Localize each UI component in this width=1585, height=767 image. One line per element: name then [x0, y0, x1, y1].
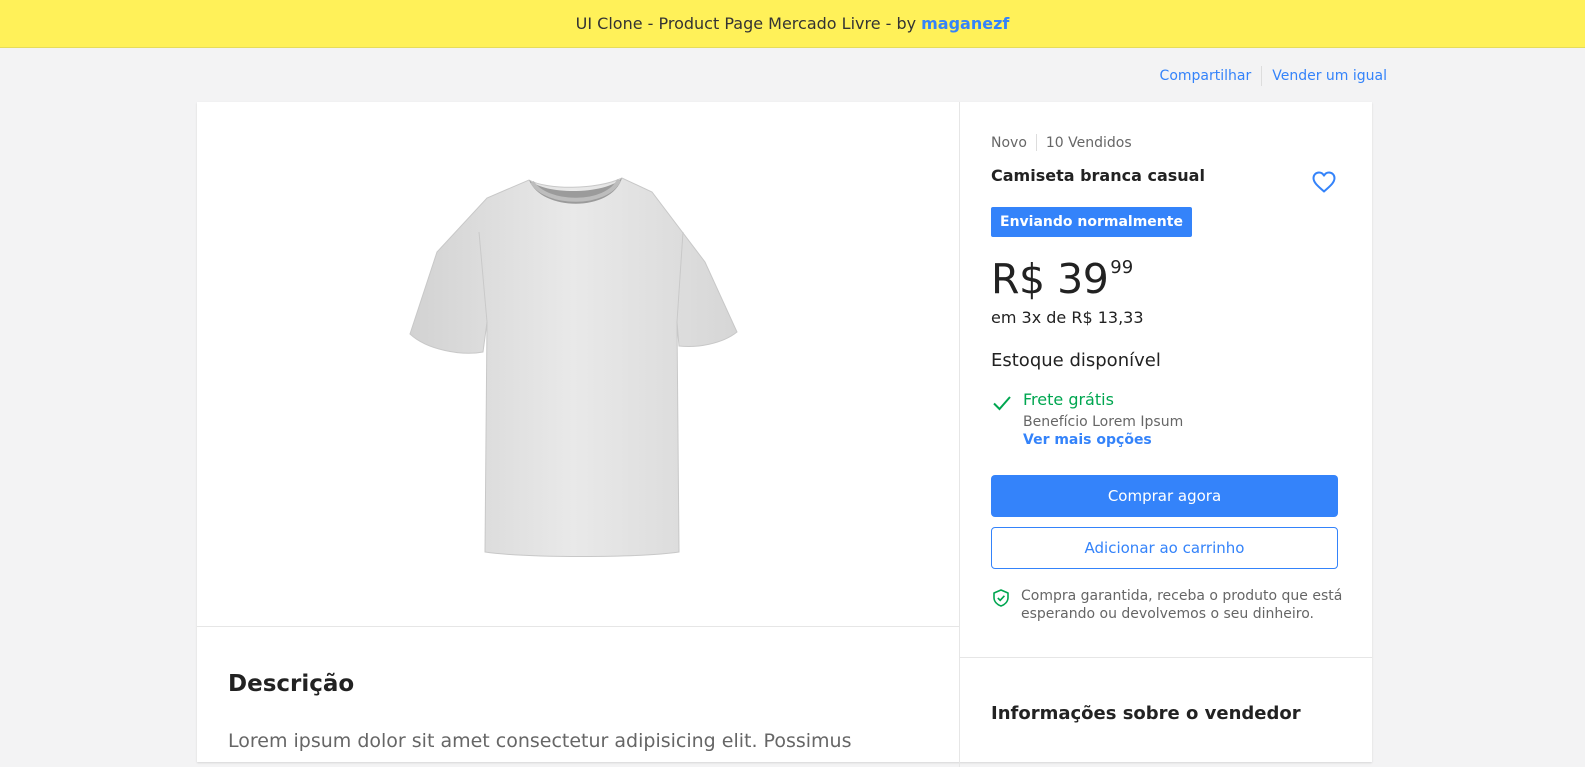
- sell-similar-link[interactable]: Vender um igual: [1272, 68, 1387, 84]
- description-text: Lorem ipsum dolor sit amet consectetur a…: [228, 730, 852, 752]
- divider: [1035, 134, 1037, 151]
- seller-info-heading: Informações sobre o vendedor: [991, 703, 1301, 724]
- product-title: Camiseta branca casual: [991, 166, 1205, 185]
- buy-box: Novo 10 Vendidos Camiseta branca casual …: [960, 102, 1372, 658]
- product-gallery: [197, 102, 960, 627]
- product-card: Descrição Lorem ipsum dolor sit amet con…: [197, 102, 1372, 767]
- free-shipping-label: Frete grátis: [1023, 390, 1114, 409]
- share-link[interactable]: Compartilhar: [1160, 68, 1252, 84]
- description-heading: Descrição: [228, 671, 355, 697]
- sold-count: 10 Vendidos: [1045, 134, 1132, 151]
- banner-text: UI Clone - Product Page Mercado Livre - …: [575, 14, 917, 33]
- divider: [1261, 66, 1263, 86]
- check-icon: [991, 393, 1013, 417]
- installments: em 3x de R$ 13,33: [991, 308, 1144, 327]
- shipping-benefit: Benefício Lorem Ipsum: [1023, 414, 1184, 430]
- top-banner: UI Clone - Product Page Mercado Livre - …: [0, 0, 1585, 48]
- shipping-status-badge: Enviando normalmente: [991, 207, 1192, 237]
- price-cents: 99: [1110, 257, 1134, 278]
- purchase-guarantee: Compra garantida, receba o produto que e…: [1021, 588, 1343, 622]
- heart-icon[interactable]: [1311, 170, 1337, 198]
- top-actions: Compartilhar Vender um igual: [1160, 66, 1387, 86]
- stock-status: Estoque disponível: [991, 350, 1161, 371]
- product-meta: Novo 10 Vendidos: [991, 134, 1132, 151]
- author-link[interactable]: maganezf: [921, 14, 1009, 33]
- product-image[interactable]: [407, 172, 747, 562]
- shield-check-icon: [991, 588, 1011, 612]
- buy-now-button[interactable]: Comprar agora: [991, 475, 1338, 517]
- more-options-link[interactable]: Ver mais opções: [1023, 432, 1152, 448]
- price-main: R$ 39: [991, 255, 1109, 303]
- condition-label: Novo: [991, 134, 1027, 151]
- add-to-cart-button[interactable]: Adicionar ao carrinho: [991, 527, 1338, 569]
- description-section: Descrição Lorem ipsum dolor sit amet con…: [197, 627, 960, 767]
- price: R$ 39 99: [991, 254, 1133, 304]
